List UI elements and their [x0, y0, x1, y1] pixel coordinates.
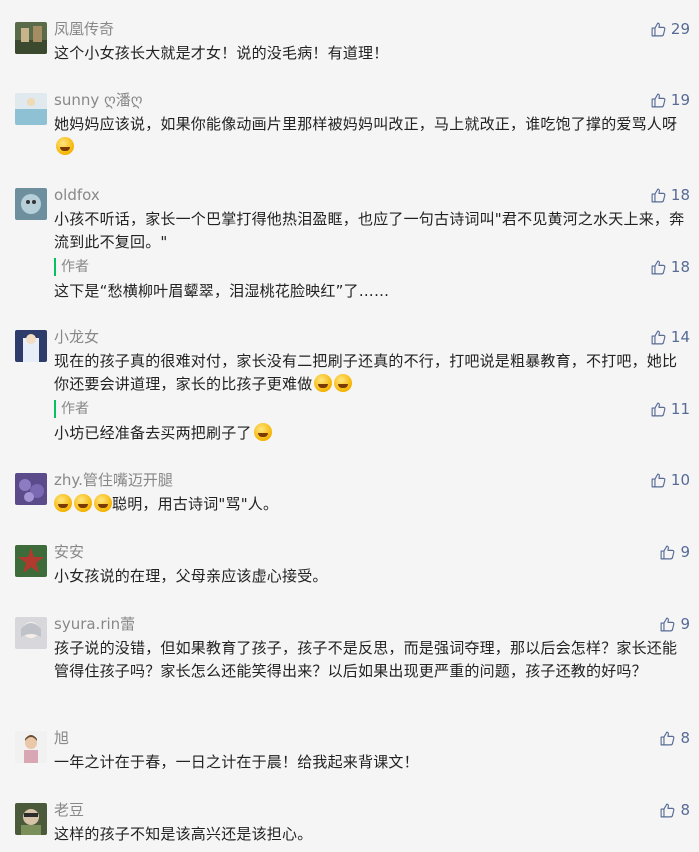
comment-list: 凤凰传奇 29 这个小女孩长大就是才女！说的没毛病！有道理！ sunny ღ潘ღ… [0, 0, 699, 852]
comment-text: 她妈妈应该说，如果你能像动画片里那样被妈妈叫改正，马上就改正，谁吃饱了撑的爱骂人… [54, 113, 692, 159]
like-button[interactable]: 9 [659, 614, 690, 634]
comment-nickname[interactable]: zhy.管住嘴迈开腿 [54, 470, 173, 490]
like-button[interactable]: 8 [659, 728, 690, 748]
like-count: 10 [670, 471, 690, 489]
author-reply-text: 这下是“愁横柳叶眉颦翠，泪湿桃花脸映红”了…… [54, 282, 390, 300]
comment-nickname[interactable]: 安安 [54, 542, 84, 562]
like-count: 9 [680, 543, 690, 561]
emoji-icon [314, 374, 333, 392]
avatar[interactable] [15, 188, 47, 220]
comment-text: 小女孩说的在理，父母亲应该虚心接受。 [54, 567, 328, 585]
like-count: 29 [670, 20, 690, 38]
like-button[interactable]: 29 [650, 19, 690, 39]
comment-nickname[interactable]: 老豆 [54, 800, 84, 820]
comment-nickname[interactable]: syura.rin蕾 [54, 614, 135, 634]
comment-nickname[interactable]: 凤凰传奇 [54, 19, 114, 39]
thumbs-up-icon [651, 260, 666, 274]
emoji-icon [253, 423, 272, 441]
avatar[interactable] [15, 473, 47, 505]
thumbs-up-icon [661, 803, 675, 817]
avatar[interactable] [15, 803, 47, 835]
thumbs-up-icon [651, 402, 666, 416]
comment-text: 这样的孩子不知是该高兴还是该担心。 [54, 825, 313, 843]
comment-text: 这个小女孩长大就是才女！说的没毛病！有道理！ [54, 44, 389, 62]
comment-text: 现在的孩子真的很难对付，家长没有二把刷子还真的不行，打吧说是粗暴教育，不打吧，她… [54, 350, 692, 396]
thumbs-up-icon [651, 22, 666, 36]
avatar[interactable] [15, 617, 47, 649]
author-reply-content: 小坊已经准备去买两把刷子了 [54, 424, 252, 442]
thumbs-up-icon [661, 545, 675, 559]
comment-nickname[interactable]: 小龙女 [54, 327, 99, 347]
avatar[interactable] [15, 93, 47, 125]
thumbs-up-icon [651, 93, 666, 107]
comment-nickname[interactable]: oldfox [54, 185, 100, 205]
like-count: 8 [680, 801, 690, 819]
author-reply-label: 作者 [54, 258, 89, 276]
like-button[interactable]: 8 [659, 800, 690, 820]
like-button[interactable]: 18 [650, 257, 690, 277]
author-reply-text: 小坊已经准备去买两把刷子了 [54, 422, 692, 445]
like-button[interactable]: 11 [650, 399, 690, 419]
avatar[interactable] [15, 22, 47, 54]
comment-nickname[interactable]: 旭 [54, 728, 69, 748]
author-reply-label: 作者 [54, 400, 89, 418]
like-count: 14 [670, 328, 690, 346]
like-button[interactable]: 19 [650, 90, 690, 110]
emoji-icon [54, 494, 72, 512]
comment-text: 小孩不听话，家长一个巴掌打得他热泪盈眶，也应了一句古诗词叫"君不见黄河之水天上来… [54, 210, 685, 251]
emoji-icon [334, 374, 353, 392]
avatar[interactable] [15, 545, 47, 577]
avatar[interactable] [15, 330, 47, 362]
like-button[interactable]: 18 [650, 185, 690, 205]
thumbs-up-icon [661, 617, 675, 631]
like-count: 18 [670, 258, 690, 276]
comment-nickname[interactable]: sunny ღ潘ღ [54, 90, 143, 110]
like-button[interactable]: 9 [659, 542, 690, 562]
avatar[interactable] [15, 731, 47, 763]
thumbs-up-icon [651, 473, 666, 487]
thumbs-up-icon [651, 188, 666, 202]
like-count: 11 [670, 400, 690, 418]
like-button[interactable]: 10 [650, 470, 690, 490]
comment-text: 聪明，用古诗词"骂"人。 [54, 493, 692, 516]
like-button[interactable]: 14 [650, 327, 690, 347]
comment-text: 一年之计在于春，一日之计在于晨！给我起来背课文！ [54, 753, 419, 771]
thumbs-up-icon [661, 731, 675, 745]
like-count: 9 [680, 615, 690, 633]
emoji-icon [94, 494, 112, 512]
like-count: 19 [670, 91, 690, 109]
comment-text-content: 现在的孩子真的很难对付，家长没有二把刷子还真的不行，打吧说是粗暴教育，不打吧，她… [54, 352, 678, 393]
like-count: 18 [670, 186, 690, 204]
comment-text-content: 聪明，用古诗词"骂"人。 [112, 495, 279, 513]
comment-text-content: 她妈妈应该说，如果你能像动画片里那样被妈妈叫改正，马上就改正，谁吃饱了撑的爱骂人… [54, 115, 678, 133]
comment-text: 孩子说的没错，但如果教育了孩子，孩子不是反思，而是强词夺理，那以后会怎样？家长还… [54, 639, 678, 680]
thumbs-up-icon [651, 330, 666, 344]
emoji-icon [56, 137, 74, 155]
like-count: 8 [680, 729, 690, 747]
emoji-icon [74, 494, 92, 512]
